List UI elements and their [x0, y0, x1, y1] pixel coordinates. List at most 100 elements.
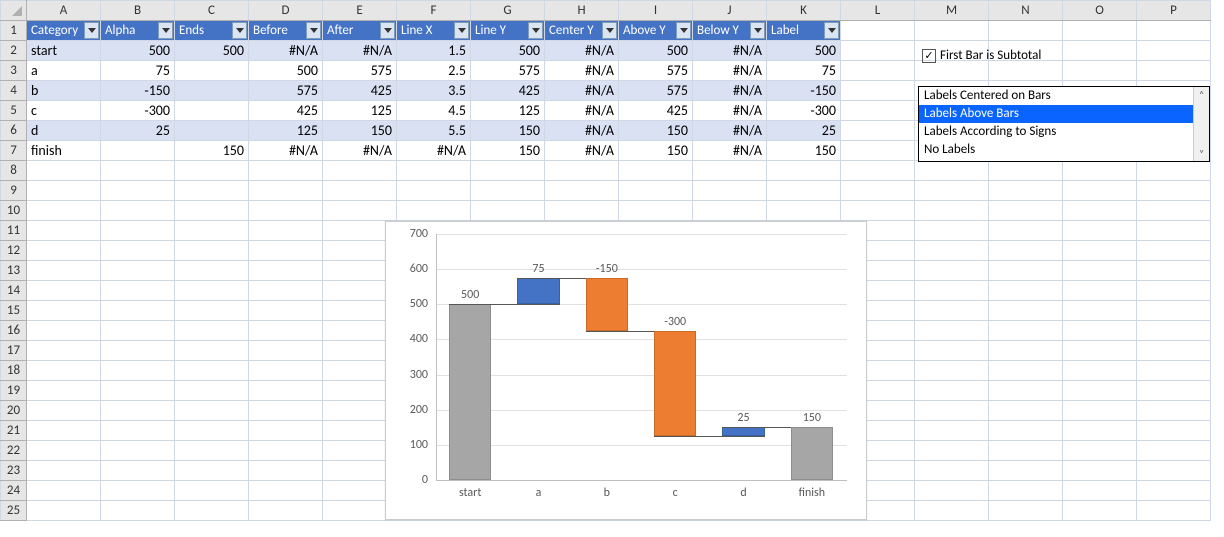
cell[interactable] — [841, 161, 915, 181]
cell[interactable] — [989, 421, 1063, 441]
cell[interactable] — [249, 501, 323, 521]
cell[interactable]: a — [27, 61, 101, 81]
cell[interactable] — [915, 381, 989, 401]
row-header[interactable]: 23 — [1, 461, 27, 481]
cell[interactable] — [249, 181, 323, 201]
cell[interactable] — [1063, 41, 1137, 61]
row-header[interactable]: 8 — [1, 161, 27, 181]
cell[interactable] — [989, 241, 1063, 261]
cell[interactable] — [1063, 401, 1137, 421]
waterfall-chart[interactable]: 0100200300400500600700start500a75b-150c-… — [385, 221, 867, 520]
first-bar-subtotal-checkbox[interactable]: ✓ First Bar is Subtotal — [922, 48, 1041, 63]
cell[interactable] — [101, 461, 175, 481]
cell[interactable] — [471, 181, 545, 201]
cell[interactable] — [27, 341, 101, 361]
cell[interactable] — [1137, 61, 1211, 81]
cell[interactable] — [915, 241, 989, 261]
cell[interactable] — [989, 441, 1063, 461]
cell[interactable] — [1137, 301, 1211, 321]
filter-dropdown-icon[interactable] — [528, 22, 543, 39]
cell[interactable] — [841, 121, 915, 141]
cell[interactable] — [841, 61, 915, 81]
column-header[interactable]: F — [397, 1, 471, 21]
cell[interactable] — [101, 321, 175, 341]
cell[interactable]: 500 — [767, 41, 841, 61]
cell[interactable] — [1137, 221, 1211, 241]
cell[interactable] — [915, 61, 989, 81]
cell[interactable] — [27, 181, 101, 201]
cell[interactable] — [841, 181, 915, 201]
cell[interactable] — [915, 481, 989, 501]
cell[interactable] — [101, 481, 175, 501]
cell[interactable]: 25 — [767, 121, 841, 141]
cell[interactable]: #N/A — [323, 41, 397, 61]
cell[interactable]: 575 — [249, 81, 323, 101]
cell[interactable] — [101, 301, 175, 321]
cell[interactable] — [101, 341, 175, 361]
row-header[interactable]: 22 — [1, 441, 27, 461]
cell[interactable] — [915, 261, 989, 281]
cell[interactable] — [1063, 21, 1137, 41]
cell[interactable] — [989, 401, 1063, 421]
column-header[interactable]: N — [989, 1, 1063, 21]
row-header[interactable]: 2 — [1, 41, 27, 61]
cell[interactable] — [989, 341, 1063, 361]
cell[interactable] — [175, 261, 249, 281]
cell[interactable] — [989, 481, 1063, 501]
cell[interactable] — [1137, 181, 1211, 201]
cell[interactable] — [1063, 161, 1137, 181]
column-header[interactable]: O — [1063, 1, 1137, 21]
cell[interactable] — [1063, 221, 1137, 241]
row-header[interactable]: 5 — [1, 101, 27, 121]
column-header[interactable]: K — [767, 1, 841, 21]
cell[interactable] — [1063, 301, 1137, 321]
cell[interactable]: -150 — [101, 81, 175, 101]
cell[interactable] — [175, 201, 249, 221]
cell[interactable] — [249, 201, 323, 221]
cell[interactable] — [249, 161, 323, 181]
cell[interactable] — [989, 201, 1063, 221]
cell[interactable] — [27, 301, 101, 321]
cell[interactable] — [249, 321, 323, 341]
cell[interactable] — [175, 481, 249, 501]
cell[interactable]: 150 — [175, 141, 249, 161]
row-header[interactable]: 9 — [1, 181, 27, 201]
cell[interactable]: 425 — [619, 101, 693, 121]
cell[interactable] — [175, 241, 249, 261]
cell[interactable] — [175, 61, 249, 81]
row-header[interactable]: 17 — [1, 341, 27, 361]
row-header[interactable]: 13 — [1, 261, 27, 281]
cell[interactable]: #N/A — [249, 41, 323, 61]
cell[interactable] — [1137, 41, 1211, 61]
cell[interactable] — [249, 261, 323, 281]
cell[interactable]: -300 — [767, 101, 841, 121]
row-header[interactable]: 19 — [1, 381, 27, 401]
cell[interactable] — [249, 381, 323, 401]
column-header[interactable]: M — [915, 1, 989, 21]
cell[interactable] — [693, 161, 767, 181]
cell[interactable] — [249, 281, 323, 301]
cell[interactable]: 425 — [249, 101, 323, 121]
cell[interactable] — [915, 321, 989, 341]
cell[interactable] — [767, 161, 841, 181]
filter-dropdown-icon[interactable] — [454, 22, 469, 39]
column-header[interactable]: C — [175, 1, 249, 21]
cell[interactable]: 150 — [471, 121, 545, 141]
cell[interactable] — [545, 181, 619, 201]
cell[interactable] — [101, 281, 175, 301]
cell[interactable] — [1063, 241, 1137, 261]
cell[interactable]: -300 — [101, 101, 175, 121]
cell[interactable] — [101, 161, 175, 181]
cell[interactable] — [27, 201, 101, 221]
cell[interactable] — [175, 361, 249, 381]
scroll-up-icon[interactable]: ˄ — [1194, 87, 1209, 102]
cell[interactable] — [249, 441, 323, 461]
cell[interactable] — [101, 361, 175, 381]
cell[interactable] — [27, 441, 101, 461]
table-header-cell[interactable]: Line Y — [471, 21, 545, 41]
cell[interactable]: -150 — [767, 81, 841, 101]
select-all-corner[interactable] — [1, 1, 27, 21]
cell[interactable] — [915, 361, 989, 381]
cell[interactable] — [1063, 341, 1137, 361]
cell[interactable] — [101, 501, 175, 521]
